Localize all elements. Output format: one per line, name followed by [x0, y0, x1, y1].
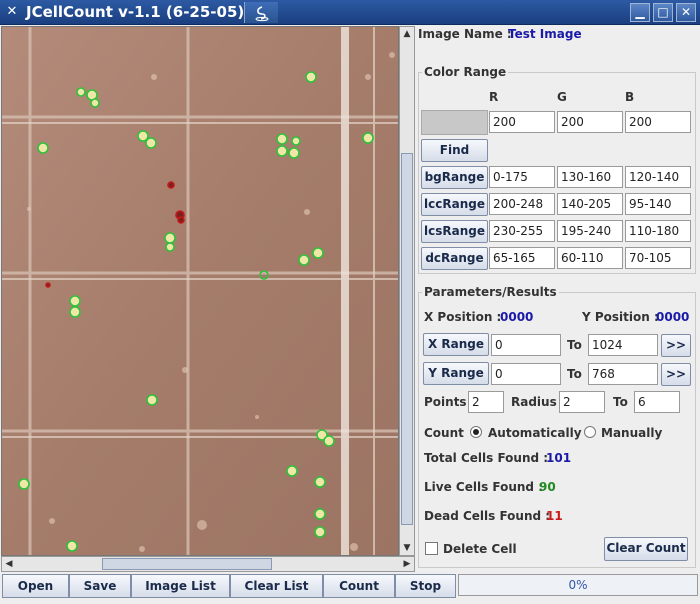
delete-cell-label[interactable]: Delete Cell	[443, 542, 517, 556]
scroll-right-icon[interactable]: ▶	[400, 557, 414, 571]
image-name-label: Image Name :	[418, 27, 512, 41]
lccrange-button[interactable]: lccRange	[421, 193, 488, 216]
header-g: G	[557, 90, 567, 104]
count-button[interactable]: Count	[323, 574, 395, 598]
y-position-label: Y Position :	[582, 310, 659, 324]
lcsrange-g-field[interactable]: 195-240	[557, 220, 623, 242]
bgrange-g-field[interactable]: 130-160	[557, 166, 623, 188]
y-to-label: To	[567, 367, 582, 381]
y-to-field[interactable]: 768	[588, 363, 658, 385]
live-cells-value: 90	[539, 480, 556, 494]
image-name-value: Test Image	[508, 27, 582, 41]
bgrange-b-field[interactable]: 120-140	[625, 166, 691, 188]
count-manual-radio[interactable]	[584, 426, 596, 438]
count-auto-radio[interactable]	[470, 426, 482, 438]
radius-label: Radius	[511, 395, 557, 409]
dead-cells-label: Dead Cells Found :	[424, 509, 551, 523]
clear-list-button[interactable]: Clear List	[230, 574, 323, 598]
radius-to-field[interactable]: 6	[634, 391, 680, 413]
radius-to-label: To	[613, 395, 628, 409]
color-range-title: Color Range	[422, 65, 509, 79]
image-horizontal-scrollbar[interactable]: ◀ ▶	[1, 556, 415, 572]
delete-cell-checkbox[interactable]	[425, 542, 438, 555]
x-range-go-button[interactable]: >>	[661, 334, 691, 357]
scroll-left-icon[interactable]: ◀	[2, 557, 16, 571]
color-swatch	[421, 110, 488, 135]
maximize-icon[interactable]: □	[653, 3, 673, 22]
count-manual-label[interactable]: Manually	[601, 426, 662, 440]
x-range-button[interactable]: X Range	[423, 333, 489, 356]
dcrange-g-field[interactable]: 60-110	[557, 247, 623, 269]
y-range-button[interactable]: Y Range	[423, 362, 489, 385]
cell-image-canvas[interactable]	[1, 26, 399, 556]
scroll-up-icon[interactable]: ▲	[400, 27, 414, 41]
lccrange-r-field[interactable]: 200-248	[489, 193, 555, 215]
image-vertical-scrollbar[interactable]: ▲ ▼	[399, 26, 415, 556]
header-r: R	[489, 90, 499, 104]
scroll-down-icon[interactable]: ▼	[400, 541, 414, 555]
live-cells-label: Live Cells Found :	[424, 480, 543, 494]
dcrange-r-field[interactable]: 65-165	[489, 247, 555, 269]
x-position-label: X Position :	[424, 310, 502, 324]
header-b: B	[625, 90, 635, 104]
horizontal-scroll-thumb[interactable]	[102, 558, 272, 570]
bgrange-r-field[interactable]: 0-175	[489, 166, 555, 188]
y-from-field[interactable]: 0	[491, 363, 561, 385]
count-label: Count	[424, 426, 464, 440]
clear-count-button[interactable]: Clear Count	[604, 537, 688, 561]
find-button[interactable]: Find	[421, 139, 488, 162]
points-field[interactable]: 2	[468, 391, 504, 413]
pick-b-field[interactable]: 200	[625, 111, 691, 133]
parameters-results-title: Parameters/Results	[422, 285, 559, 299]
dead-cells-value: 11	[546, 509, 563, 523]
bgrange-button[interactable]: bgRange	[421, 166, 488, 189]
dcrange-b-field[interactable]: 70-105	[625, 247, 691, 269]
count-auto-label[interactable]: Automatically	[488, 426, 582, 440]
window-title: JCellCount v-1.1 (6-25-05)	[26, 3, 245, 21]
stop-button[interactable]: Stop	[395, 574, 456, 598]
x-to-field[interactable]: 1024	[588, 334, 658, 356]
x-to-label: To	[567, 338, 582, 352]
java-logo-icon	[244, 2, 278, 23]
minimize-icon[interactable]: ▁	[630, 3, 650, 22]
progress-text: 0%	[568, 578, 588, 592]
points-label: Points	[424, 395, 467, 409]
pick-g-field[interactable]: 200	[557, 111, 623, 133]
lccrange-b-field[interactable]: 95-140	[625, 193, 691, 215]
save-button[interactable]: Save	[69, 574, 131, 598]
close-icon[interactable]: ✕	[676, 3, 696, 22]
title-bar: ✕ JCellCount v-1.1 (6-25-05) ▁ □ ✕	[0, 0, 700, 25]
progress-bar: 0%	[458, 574, 698, 596]
y-range-go-button[interactable]: >>	[661, 363, 691, 386]
lcsrange-button[interactable]: lcsRange	[421, 220, 488, 243]
x-position-value: 0000	[500, 310, 534, 324]
total-cells-value: 101	[546, 451, 572, 465]
x-from-field[interactable]: 0	[491, 334, 561, 356]
dcrange-button[interactable]: dcRange	[421, 247, 488, 270]
image-list-button[interactable]: Image List	[131, 574, 230, 598]
lcsrange-b-field[interactable]: 110-180	[625, 220, 691, 242]
lcsrange-r-field[interactable]: 230-255	[489, 220, 555, 242]
pick-r-field[interactable]: 200	[489, 111, 555, 133]
y-position-value: 0000	[656, 310, 690, 324]
open-button[interactable]: Open	[2, 574, 69, 598]
radius-from-field[interactable]: 2	[559, 391, 605, 413]
total-cells-label: Total Cells Found :	[424, 451, 549, 465]
cell-image[interactable]	[2, 27, 399, 556]
app-icon: ✕	[6, 4, 18, 19]
vertical-scroll-thumb[interactable]	[401, 153, 413, 525]
lccrange-g-field[interactable]: 140-205	[557, 193, 623, 215]
